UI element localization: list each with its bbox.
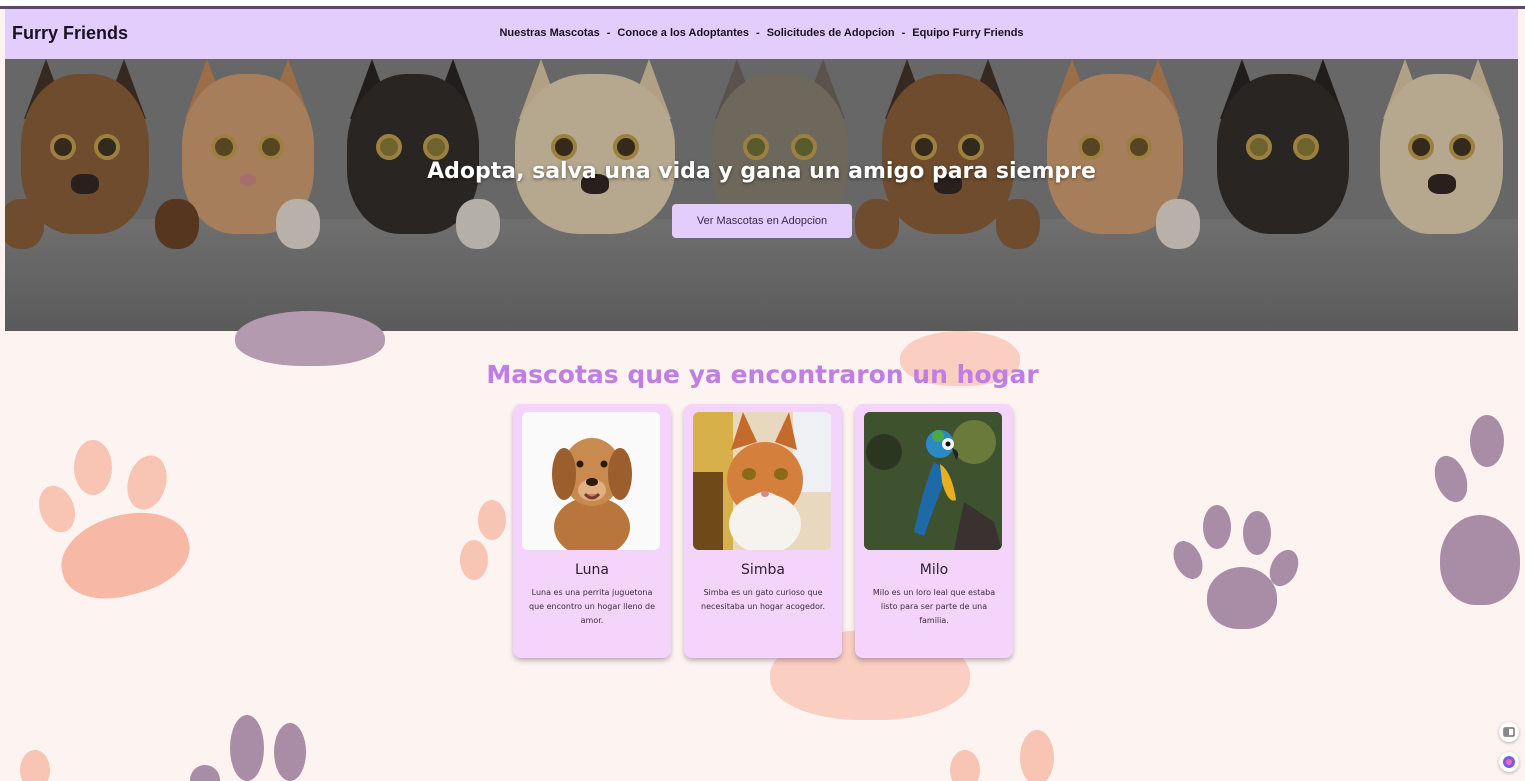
pet-description: Simba es un gato curioso que necesitaba … (701, 588, 825, 611)
pet-photo (864, 412, 1002, 550)
orange-cat-image (693, 412, 831, 550)
view-adoptable-pets-button[interactable]: Ver Mascotas en Adopcion (672, 204, 852, 238)
pet-description: Luna es una perrita juguetona que encont… (529, 588, 655, 625)
pet-name: Simba (741, 562, 785, 578)
paw-print-icon (1167, 505, 1304, 635)
pet-photo (522, 412, 660, 550)
pet-name: Milo (919, 562, 949, 578)
nav-item-conoce-adoptantes[interactable]: Conoce a los Adoptantes (617, 27, 749, 39)
golden-retriever-image (552, 438, 632, 550)
paw-print-icon (460, 500, 510, 610)
hero-banner: Adopta, salva una vida y gana un amigo p… (5, 59, 1518, 331)
pet-photo (693, 412, 831, 550)
toggle-panel-icon[interactable] (1499, 722, 1519, 742)
paw-print-icon (190, 715, 340, 781)
app-logo-icon[interactable] (1499, 752, 1519, 772)
paw-print-icon (32, 440, 199, 611)
nav-separator: - (606, 27, 611, 39)
paw-print-icon (950, 730, 1080, 781)
pet-description: Milo es un loro leal que estaba listo pa… (872, 588, 996, 625)
nav-separator: - (756, 27, 760, 39)
pet-name: Luna (575, 562, 609, 578)
nav-item-nuestras-mascotas[interactable]: Nuestras Mascotas (499, 27, 599, 39)
nav-links: Nuestras Mascotas - Conoce a los Adoptante… (5, 27, 1518, 39)
window-frame (0, 0, 1525, 9)
hero-overlay (5, 59, 1518, 331)
hero-title: Adopta, salva una vida y gana un amigo p… (427, 159, 1096, 184)
nav-item-solicitudes-adopcion[interactable]: Solicitudes de Adopcion (767, 27, 895, 39)
blue-parrot-image (864, 412, 1002, 550)
paw-print-icon (0, 750, 60, 781)
pet-card-luna[interactable]: Luna Luna es una perrita juguetona que e… (513, 404, 671, 658)
nav-item-equipo[interactable]: Equipo Furry Friends (912, 27, 1023, 39)
pet-card-milo[interactable]: Milo Milo es un loro leal que estaba lis… (855, 404, 1013, 658)
nav-separator: - (901, 27, 906, 39)
navbar: Furry Friends Nuestras Mascotas - Conoce a… (5, 9, 1518, 59)
paw-print-icon (1428, 415, 1525, 615)
adopted-pets-list: Luna Luna es una perrita juguetona que e… (513, 404, 1013, 658)
section-title: Mascotas que ya encontraron un hogar (486, 360, 1039, 389)
pet-card-simba[interactable]: Simba Simba es un gato curioso que neces… (684, 404, 842, 658)
